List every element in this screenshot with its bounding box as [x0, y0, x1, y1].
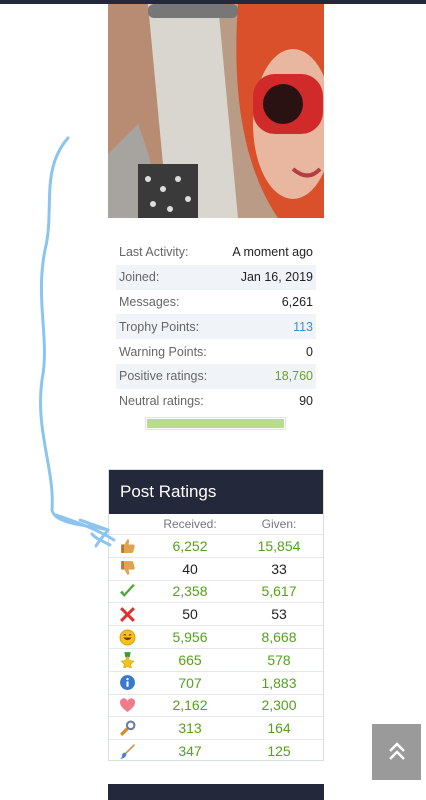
member-stats: Last Activity: A moment ago Joined: Jan …	[116, 240, 316, 414]
stat-row-neutral-ratings: Neutral ratings: 90	[116, 389, 316, 414]
rating-row-like[interactable]: 6,252 15,854	[109, 534, 323, 557]
rating-row-winner[interactable]: 665 578	[109, 647, 323, 671]
next-panel-header	[108, 784, 324, 800]
trophy-points-link[interactable]: 113	[293, 320, 313, 334]
stat-value: 18,760	[274, 369, 313, 384]
given-count[interactable]: 1,883	[235, 675, 323, 691]
creative-icon	[119, 743, 135, 759]
given-count[interactable]: 2,300	[235, 697, 323, 713]
rating-row-dislike[interactable]: 40 33	[109, 556, 323, 580]
rating-row-love[interactable]: 2,162 2,300	[109, 693, 323, 717]
received-count[interactable]: 2,358	[145, 583, 235, 599]
received-count[interactable]: 313	[145, 720, 235, 736]
received-count[interactable]: 6,252	[145, 538, 235, 554]
like-icon	[120, 539, 135, 554]
stat-value: 0	[306, 344, 313, 359]
stat-label: Positive ratings:	[119, 369, 208, 384]
ratings-column-headers: Received: Given:	[109, 514, 323, 534]
stat-value: Jan 16, 2019	[240, 270, 313, 285]
post-ratings-panel: Post Ratings Received: Given: 6,252 15,8…	[108, 469, 324, 761]
double-chevron-up-icon	[388, 742, 405, 760]
given-count[interactable]: 8,668	[235, 629, 323, 645]
given-count[interactable]: 5,617	[235, 583, 323, 599]
received-count[interactable]: 707	[145, 675, 235, 691]
stat-label: Joined:	[119, 270, 160, 285]
stat-value[interactable]: 6,261	[282, 295, 313, 309]
rating-row-disagree[interactable]: 50 53	[109, 602, 323, 625]
post-ratings-title: Post Ratings	[109, 470, 323, 514]
useful-icon	[119, 720, 135, 736]
stat-label: Last Activity:	[119, 245, 189, 260]
received-count[interactable]: 40	[145, 561, 235, 577]
received-count[interactable]: 665	[145, 652, 235, 668]
rating-row-creative[interactable]: 347 125	[109, 739, 323, 762]
received-header: Received:	[163, 517, 217, 531]
given-count[interactable]: 15,854	[235, 538, 323, 554]
rating-row-useful[interactable]: 313 164	[109, 716, 323, 739]
informative-icon	[119, 675, 135, 691]
stat-row-warning-points: Warning Points: 0	[116, 339, 316, 364]
received-count[interactable]: 50	[145, 606, 235, 622]
rating-row-informative[interactable]: 707 1,883	[109, 670, 323, 694]
given-count[interactable]: 33	[235, 561, 323, 577]
given-count[interactable]: 578	[235, 652, 323, 668]
rating-row-agree[interactable]: 2,358 5,617	[109, 579, 323, 603]
scroll-to-top-button[interactable]	[372, 724, 421, 780]
stat-label: Neutral ratings:	[119, 394, 204, 409]
given-count[interactable]: 125	[235, 743, 323, 759]
stat-label: Warning Points:	[119, 344, 207, 359]
profile-photo	[108, 4, 324, 218]
stat-label: Messages:	[119, 294, 180, 309]
rating-ratio-fill	[147, 419, 284, 428]
received-count[interactable]: 5,956	[145, 629, 235, 645]
given-header: Given:	[261, 517, 297, 531]
stat-row-positive-ratings: Positive ratings: 18,760	[116, 363, 316, 389]
dislike-icon	[120, 561, 135, 576]
given-count[interactable]: 164	[235, 720, 323, 736]
given-count[interactable]: 53	[235, 606, 323, 622]
stat-row-trophy-points: Trophy Points: 113	[116, 314, 316, 340]
winner-icon	[120, 652, 134, 669]
funny-icon	[119, 629, 135, 646]
stat-label: Trophy Points:	[119, 319, 200, 334]
received-count[interactable]: 2,162	[145, 697, 235, 713]
stat-value: A moment ago	[232, 245, 313, 260]
received-count[interactable]: 347	[145, 743, 235, 759]
stat-row-last-activity: Last Activity: A moment ago	[116, 240, 316, 265]
stat-value: 90	[299, 394, 313, 409]
rating-ratio-bar	[145, 417, 286, 430]
love-icon	[119, 698, 135, 712]
stat-row-messages: Messages: 6,261	[116, 290, 316, 315]
agree-icon	[119, 584, 135, 597]
stat-row-joined: Joined: Jan 16, 2019	[116, 264, 316, 290]
rating-row-funny[interactable]: 5,956 8,668	[109, 625, 323, 648]
disagree-icon	[119, 606, 135, 622]
